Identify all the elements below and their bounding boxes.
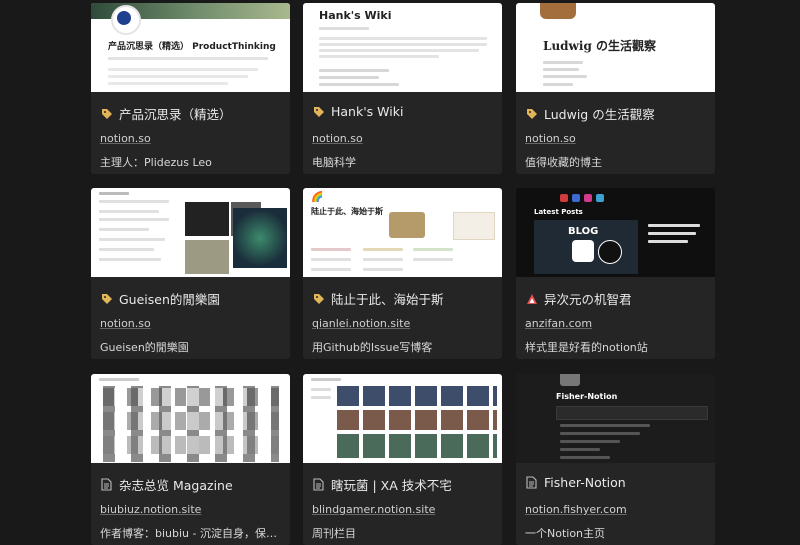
gallery-card[interactable]: Ludwig の生活觀察 Ludwig の生活觀察 notion.so 值得收藏… bbox=[516, 3, 715, 174]
card-description: 用Github的Issue写博客 bbox=[312, 341, 433, 354]
preview-heading: 产品沉思录（精选） ProductThinking bbox=[108, 42, 276, 52]
page-preview-image: Latest Posts BLOG bbox=[516, 188, 715, 277]
page-preview-image: Hank's Wiki bbox=[303, 3, 502, 92]
page-icon bbox=[100, 478, 113, 491]
card-description: 样式里是好看的notion站 bbox=[525, 341, 648, 354]
gallery-card[interactable]: Gueisen的閒樂園 notion.so Gueisen的閒樂園 bbox=[91, 188, 290, 359]
tag-icon bbox=[312, 292, 325, 305]
page-preview-image bbox=[91, 188, 290, 277]
card-description: 一个Notion主页 bbox=[525, 527, 606, 540]
card-title: Hank's Wiki bbox=[331, 104, 404, 119]
card-url[interactable]: anzifan.com bbox=[525, 317, 592, 330]
page-icon bbox=[525, 476, 538, 489]
preview-heading: Fisher-Notion bbox=[556, 392, 618, 401]
card-url[interactable]: notion.so bbox=[312, 132, 363, 145]
preview-heading: Ludwig の生活觀察 bbox=[543, 39, 657, 53]
page-preview-image bbox=[91, 374, 290, 463]
tag-icon bbox=[100, 107, 113, 120]
page-icon bbox=[312, 478, 325, 491]
page-preview-image: Fisher-Notion bbox=[516, 374, 715, 463]
card-url[interactable]: blindgamer.notion.site bbox=[312, 503, 435, 516]
gallery-card[interactable]: Hank's Wiki Hank's Wiki notion.so 电脑科学 bbox=[303, 3, 502, 174]
tag-icon bbox=[312, 105, 325, 118]
gallery-card[interactable]: 🌈 陆止于此、海始于斯 陆止于此、海始于斯 qianlei.notion.sit… bbox=[303, 188, 502, 359]
preview-heading: 陆止于此、海始于斯 bbox=[311, 207, 383, 216]
card-title: 异次元の机智君 bbox=[544, 292, 632, 307]
card-description: 值得收藏的博主 bbox=[525, 156, 602, 169]
card-description: 作者博客：biubiu - 沉淀自身，保持… bbox=[100, 527, 285, 540]
card-description: 电脑科学 bbox=[312, 156, 356, 169]
tag-icon bbox=[100, 292, 113, 305]
page-preview-image: Ludwig の生活觀察 bbox=[516, 3, 715, 92]
card-title: Ludwig の生活觀察 bbox=[544, 107, 655, 122]
site-logo-icon bbox=[525, 292, 538, 305]
gallery-card[interactable]: Latest Posts BLOG 异次元の机智君 anzifan.com 样式… bbox=[516, 188, 715, 359]
card-url[interactable]: notion.so bbox=[525, 132, 576, 145]
page-preview-image bbox=[303, 374, 502, 463]
card-url[interactable]: notion.so bbox=[100, 317, 151, 330]
card-title: Fisher-Notion bbox=[544, 475, 626, 490]
card-title: 瞎玩菌 | XA 技术不宅 bbox=[331, 478, 452, 493]
gallery-card[interactable]: Fisher-Notion Fisher-Notion notion.fishy… bbox=[516, 374, 715, 545]
preview-heading: Hank's Wiki bbox=[319, 9, 392, 22]
page-preview-image: 产品沉思录（精选） ProductThinking bbox=[91, 3, 290, 92]
gallery-card[interactable]: 产品沉思录（精选） ProductThinking 产品沉思录（精选） noti… bbox=[91, 3, 290, 174]
card-title: 杂志总览 Magazine bbox=[119, 478, 233, 493]
card-url[interactable]: notion.so bbox=[100, 132, 151, 145]
preview-heading: Latest Posts bbox=[534, 208, 583, 216]
card-url[interactable]: biubiuz.notion.site bbox=[100, 503, 201, 516]
card-description: 主理人：Plidezus Leo bbox=[100, 156, 212, 169]
card-description: Gueisen的閒樂園 bbox=[100, 341, 189, 354]
page-preview-image: 🌈 陆止于此、海始于斯 bbox=[303, 188, 502, 277]
card-title: 陆止于此、海始于斯 bbox=[331, 292, 444, 307]
card-title: Gueisen的閒樂園 bbox=[119, 292, 220, 307]
card-url[interactable]: qianlei.notion.site bbox=[312, 317, 410, 330]
tag-icon bbox=[525, 107, 538, 120]
card-url[interactable]: notion.fishyer.com bbox=[525, 503, 627, 516]
preview-subheading: BLOG bbox=[568, 226, 599, 237]
gallery-card[interactable]: 瞎玩菌 | XA 技术不宅 blindgamer.notion.site 周刊栏… bbox=[303, 374, 502, 545]
gallery-card[interactable]: 杂志总览 Magazine biubiuz.notion.site 作者博客：b… bbox=[91, 374, 290, 545]
card-title: 产品沉思录（精选） bbox=[119, 107, 232, 122]
card-description: 周刊栏目 bbox=[312, 527, 356, 540]
